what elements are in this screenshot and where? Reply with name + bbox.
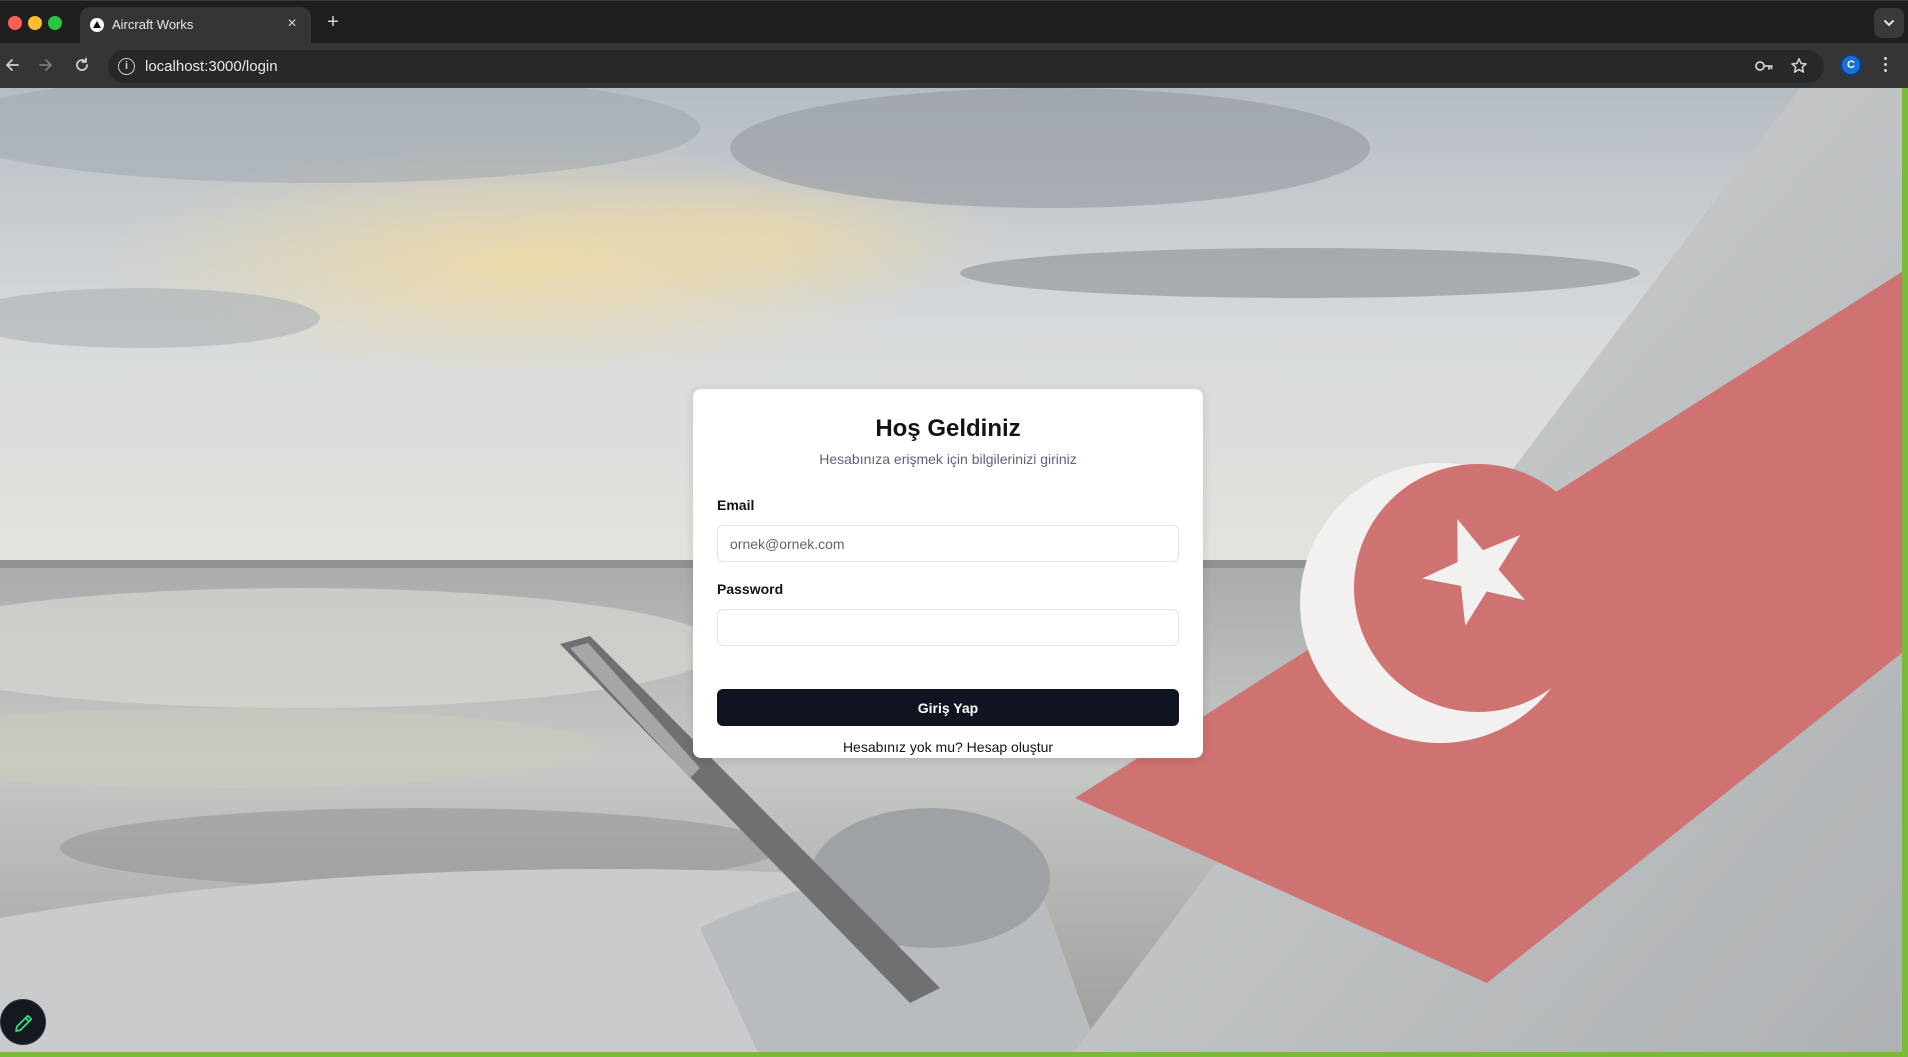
password-key-icon[interactable] <box>1754 58 1774 74</box>
back-arrow-icon <box>6 59 19 71</box>
address-bar[interactable]: i localhost:3000/login <box>108 50 1824 83</box>
profile-avatar[interactable]: C <box>1840 54 1862 76</box>
create-account-link[interactable]: Hesap oluştur <box>967 739 1053 755</box>
password-label: Password <box>717 581 784 597</box>
page-viewport: Hoş Geldiniz Hesabınıza erişmek için bil… <box>0 88 1908 1057</box>
url-text[interactable]: localhost:3000/login <box>145 58 278 75</box>
password-field[interactable] <box>717 609 1179 646</box>
tab-close-icon[interactable]: × <box>281 13 303 35</box>
signup-prompt: Hesabınız yok mu? Hesap oluştur <box>693 739 1203 755</box>
tab-list-button[interactable] <box>1874 8 1904 38</box>
site-favicon-icon <box>90 18 104 32</box>
window-close-button[interactable] <box>8 16 22 30</box>
info-icon[interactable]: i <box>118 58 135 75</box>
browser-toolbar: i localhost:3000/login C <box>0 43 1908 88</box>
new-tab-button[interactable]: + <box>320 9 346 35</box>
bookmark-star-icon[interactable] <box>1790 57 1808 75</box>
email-label: Email <box>717 497 755 513</box>
back-button[interactable] <box>0 51 26 79</box>
active-tab[interactable]: Aircraft Works × <box>80 7 311 44</box>
forward-arrow-icon <box>39 59 52 71</box>
browser-tab-bar: Aircraft Works × + <box>0 0 1908 44</box>
reload-button[interactable] <box>68 51 96 79</box>
login-card: Hoş Geldiniz Hesabınıza erişmek için bil… <box>693 389 1203 758</box>
login-submit-button[interactable]: Giriş Yap <box>717 689 1179 726</box>
accent-border-right <box>1902 88 1908 1057</box>
forward-button[interactable] <box>32 51 60 79</box>
more-menu-icon[interactable] <box>1878 54 1894 76</box>
window-zoom-button[interactable] <box>48 16 62 30</box>
page-subtitle: Hesabınıza erişmek için bilgilerinizi gi… <box>819 451 1077 467</box>
email-field[interactable] <box>717 525 1179 562</box>
page-title: Hoş Geldiniz <box>875 415 1021 442</box>
accent-border-bottom <box>0 1052 1908 1057</box>
window-minimize-button[interactable] <box>28 16 42 30</box>
edit-fab-button[interactable] <box>0 999 46 1045</box>
pencil-edit-icon <box>15 1014 33 1032</box>
tab-title: Aircraft Works <box>112 17 194 32</box>
reload-icon <box>76 57 88 71</box>
tab-list-chevron-icon <box>1884 20 1894 27</box>
signup-prompt-text: Hesabınız yok mu? <box>842 739 963 755</box>
